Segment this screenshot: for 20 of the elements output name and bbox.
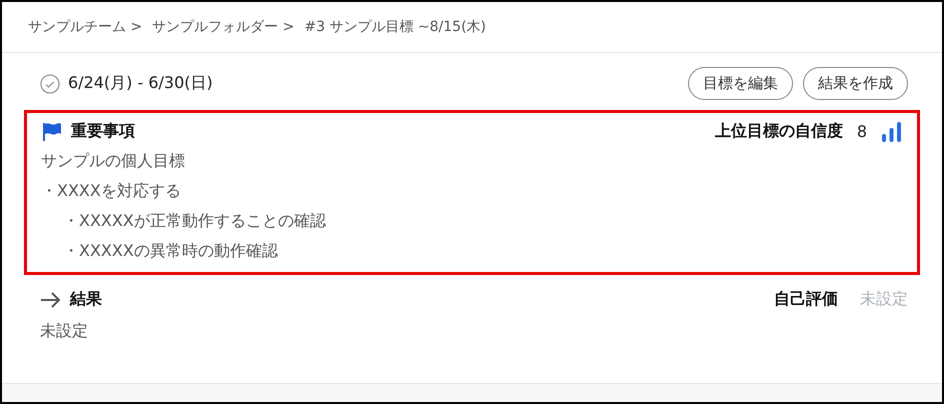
period-date: 6/24(月) - 6/30(日) bbox=[68, 73, 213, 94]
self-rating-value: 未設定 bbox=[860, 289, 908, 310]
breadcrumb-link[interactable]: #3 サンプル目標 ~8/15(木) bbox=[304, 18, 486, 36]
list-item: ・XXXXXの異常時の動作確認 bbox=[62, 240, 279, 262]
signal-bars-icon bbox=[881, 122, 903, 142]
list-item: ・XXXXを対応する bbox=[41, 180, 182, 202]
action-button[interactable]: 目標を編集 bbox=[688, 67, 793, 100]
action-button[interactable]: 結果を作成 bbox=[803, 67, 908, 100]
breadcrumb-link[interactable]: サンプルチーム > bbox=[28, 18, 142, 36]
section-title: 結果 bbox=[70, 289, 102, 310]
self-rating-label: 自己評価 bbox=[774, 289, 838, 310]
confidence-value: 8 bbox=[856, 122, 867, 141]
flag-icon bbox=[41, 122, 63, 142]
arrow-right-icon bbox=[40, 292, 62, 308]
section-title: 重要事項 bbox=[71, 121, 135, 142]
list-item: ・XXXXXが正常動作することの確認 bbox=[62, 210, 327, 232]
results-body: 未設定 bbox=[40, 320, 89, 342]
breadcrumb-link[interactable]: サンプルフォルダー > bbox=[152, 18, 294, 36]
goal-description: サンプルの個人目標 bbox=[41, 150, 186, 172]
confidence-label: 上位目標の自信度 bbox=[714, 121, 843, 142]
